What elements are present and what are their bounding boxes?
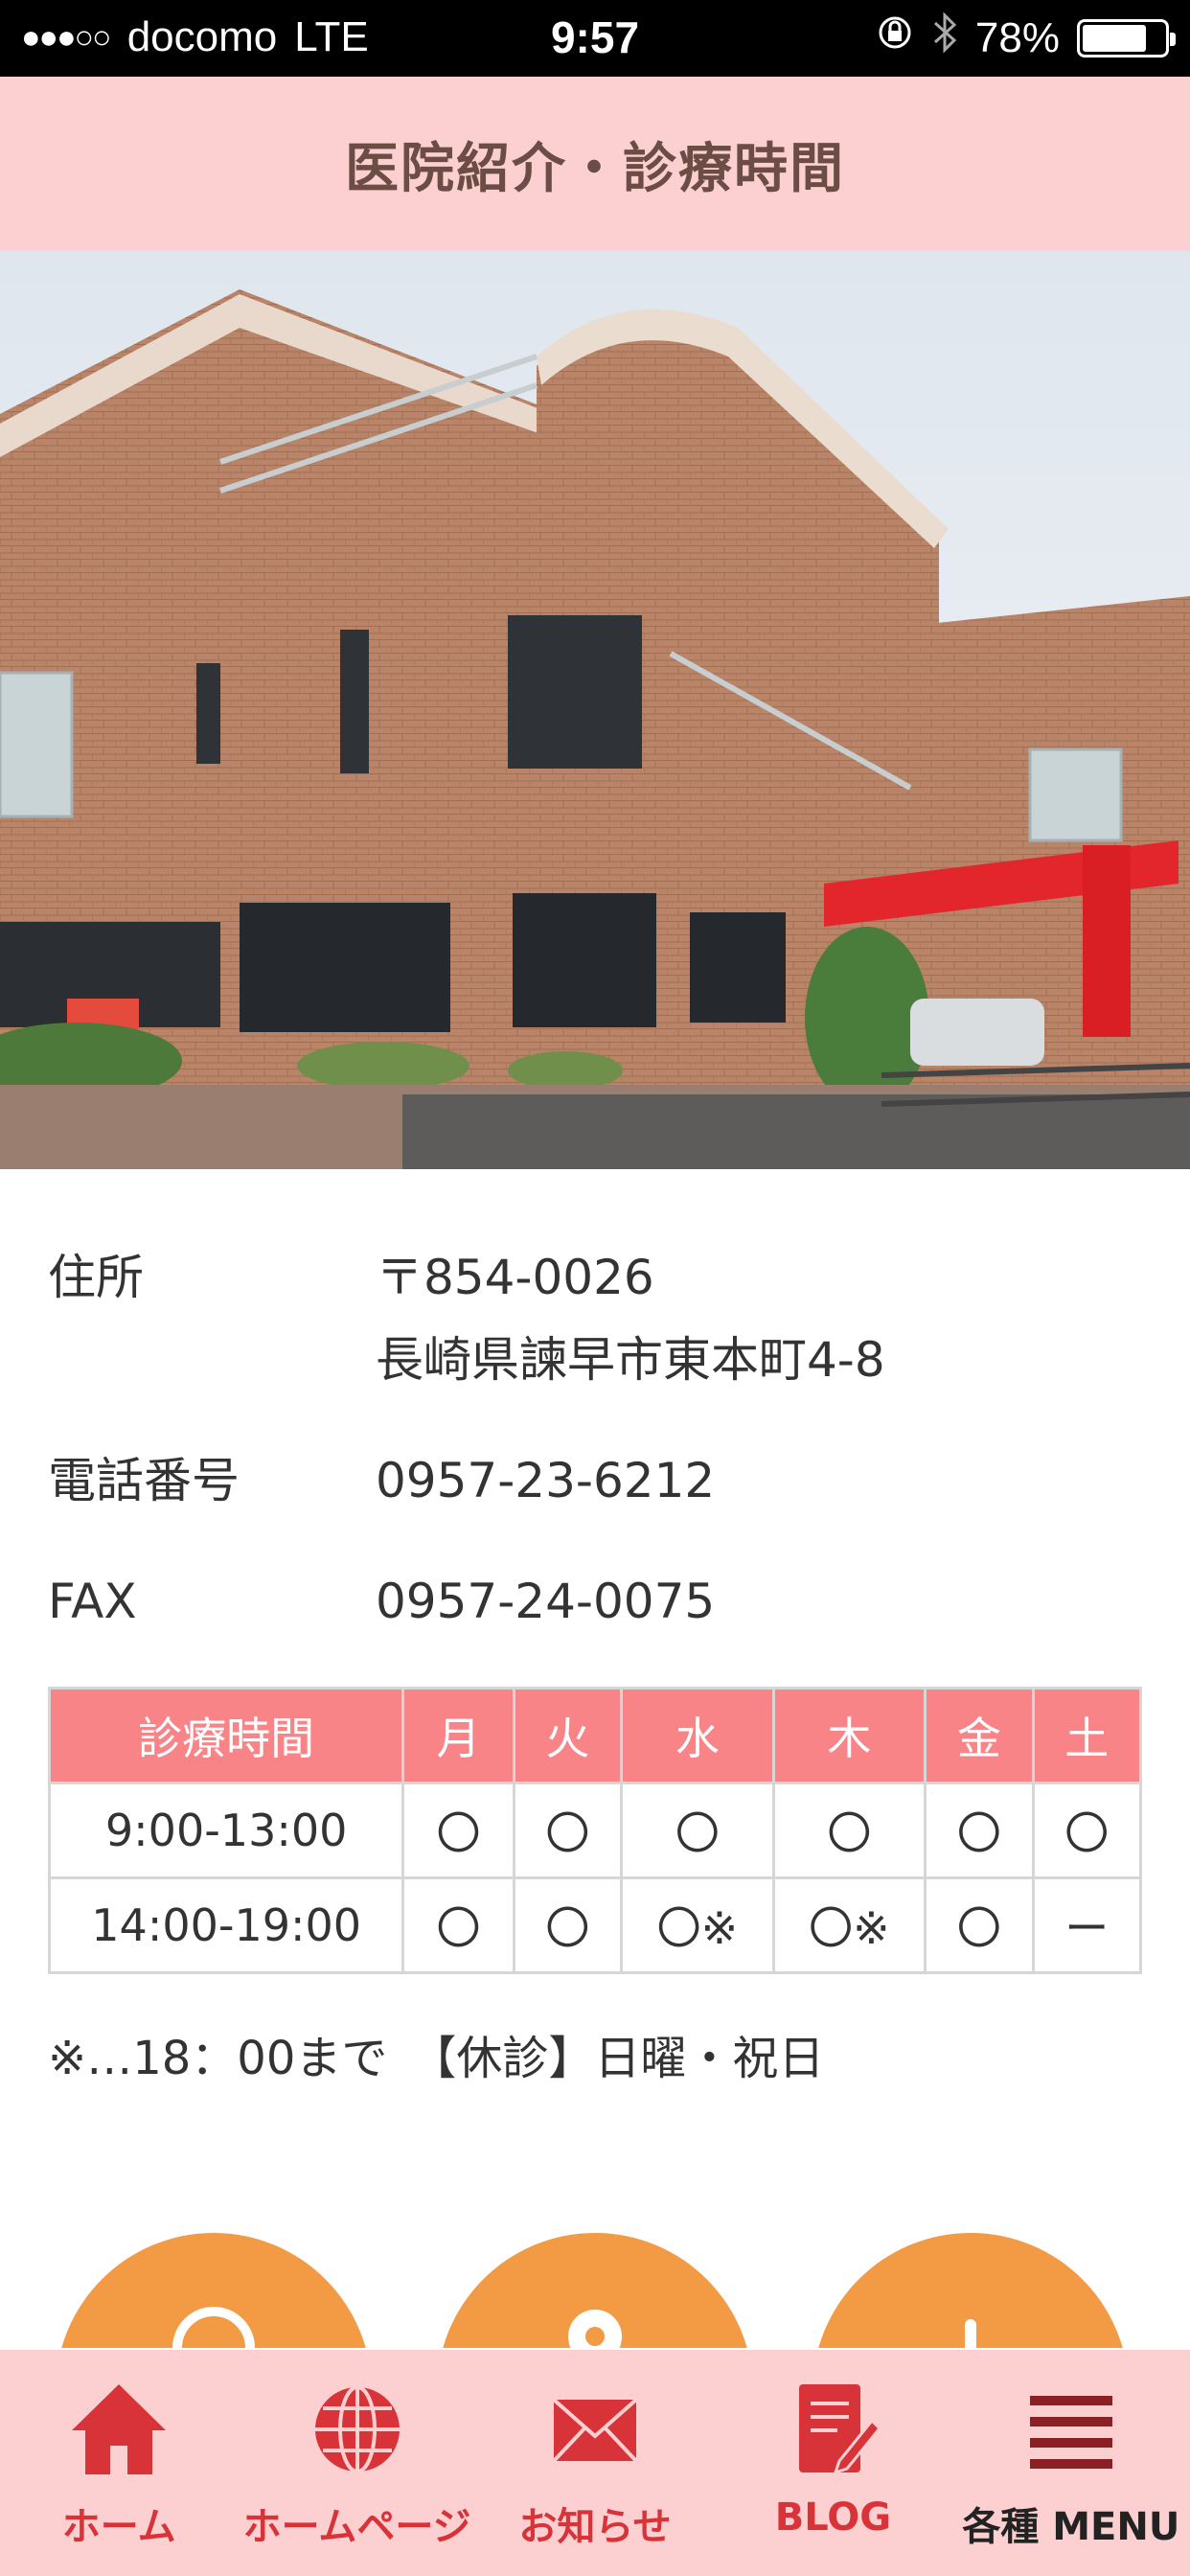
- tab-news-label: お知らせ: [518, 2505, 672, 2549]
- tab-home[interactable]: ホーム: [0, 2350, 238, 2576]
- tab-news[interactable]: お知らせ: [476, 2350, 714, 2576]
- tab-menu-label: 各種 MENU: [962, 2505, 1180, 2549]
- table-cell: 〇※: [620, 1876, 775, 1974]
- page-header: 医院紹介・診療時間: [0, 77, 1190, 251]
- status-bar: ●●●○○ docomo LTE 9:57 78%: [0, 0, 1190, 77]
- menu-icon: [1029, 2396, 1112, 2469]
- header-sat: 土: [1031, 1687, 1143, 1784]
- globe-icon: [314, 2385, 400, 2473]
- address-row: 住所 〒854-0026 長崎県諫早市東本町4-8: [48, 1236, 1140, 1401]
- battery-icon: [1077, 18, 1176, 58]
- postal-code: 〒854-0026: [376, 1250, 654, 1305]
- table-cell: 〇: [512, 1876, 624, 1974]
- header-mon: 月: [401, 1687, 515, 1784]
- blog-edit-icon: [799, 2384, 882, 2475]
- home-icon: [72, 2384, 167, 2474]
- table-row: 14:00-19:00 〇 〇 〇※ 〇※ 〇 ー: [47, 1876, 1143, 1974]
- quick-action-button-left[interactable]: [56, 2233, 372, 2348]
- clinic-building-photo: [0, 251, 1190, 1169]
- table-cell: 〇: [771, 1782, 927, 1879]
- bluetooth-icon: [931, 12, 958, 64]
- tab-menu[interactable]: 各種 MENU: [952, 2350, 1190, 2576]
- table-cell: 〇: [924, 1782, 1035, 1879]
- page-title: 医院紹介・診療時間: [345, 137, 845, 200]
- table-cell: 9:00-13:00: [47, 1782, 405, 1879]
- clock-icon: [172, 2307, 255, 2348]
- clinic-info: 住所 〒854-0026 長崎県諫早市東本町4-8 電話番号 0957-23-6…: [48, 1236, 1140, 1681]
- fax-row: FAX 0957-24-0075: [48, 1560, 1140, 1643]
- tab-home-label: ホーム: [61, 2505, 176, 2549]
- phone-label: 電話番号: [48, 1453, 240, 1508]
- address-label: 住所: [48, 1250, 144, 1305]
- bottom-tab-bar: ホーム ホームページ お知らせ BLOG 各種 MENU: [0, 2350, 1190, 2576]
- header-thu: 木: [771, 1687, 927, 1784]
- tab-homepage-label: ホームページ: [242, 2505, 471, 2549]
- table-cell: 〇: [620, 1782, 775, 1879]
- table-cell: 14:00-19:00: [47, 1876, 405, 1974]
- table-cell: 〇: [924, 1876, 1035, 1974]
- header-fri: 金: [924, 1687, 1035, 1784]
- fax-number: 0957-24-0075: [376, 1574, 716, 1629]
- tab-blog-label: BLOG: [774, 2496, 892, 2540]
- rotation-lock-icon: [876, 13, 914, 62]
- header-wed: 水: [620, 1687, 775, 1784]
- table-cell: ー: [1031, 1876, 1143, 1974]
- quick-action-buttons: [0, 2233, 1190, 2348]
- table-cell: 〇: [1031, 1782, 1143, 1879]
- table-header-row: 診療時間 月 火 水 木 金 土: [47, 1687, 1143, 1784]
- table-cell: 〇: [401, 1876, 515, 1974]
- header-hours: 診療時間: [47, 1687, 405, 1784]
- table-cell: 〇: [401, 1782, 515, 1879]
- tab-blog[interactable]: BLOG: [714, 2350, 951, 2576]
- table-row: 9:00-13:00 〇 〇 〇 〇 〇 〇: [47, 1782, 1143, 1879]
- mail-icon: [552, 2398, 638, 2463]
- phone-icon: [965, 2319, 976, 2348]
- hours-note: ※…18：00まで 【休診】日曜・祝日: [48, 2032, 825, 2085]
- battery-percent: 78%: [974, 13, 1060, 61]
- address-value: 長崎県諫早市東本町4-8: [376, 1332, 885, 1388]
- phone-number[interactable]: 0957-23-6212: [376, 1439, 715, 1522]
- fax-label: FAX: [48, 1574, 137, 1629]
- quick-action-button-center[interactable]: [437, 2233, 753, 2348]
- consultation-hours-table: 診療時間 月 火 水 木 金 土 9:00-13:00 〇 〇 〇 〇 〇 〇 …: [47, 1687, 1143, 1974]
- phone-row: 電話番号 0957-23-6212: [48, 1439, 1140, 1522]
- table-cell: 〇: [512, 1782, 624, 1879]
- tab-homepage[interactable]: ホームページ: [238, 2350, 475, 2576]
- quick-action-button-right[interactable]: [812, 2233, 1129, 2348]
- table-cell: 〇※: [771, 1876, 927, 1974]
- map-pin-icon: [568, 2310, 622, 2348]
- header-tue: 火: [512, 1687, 624, 1784]
